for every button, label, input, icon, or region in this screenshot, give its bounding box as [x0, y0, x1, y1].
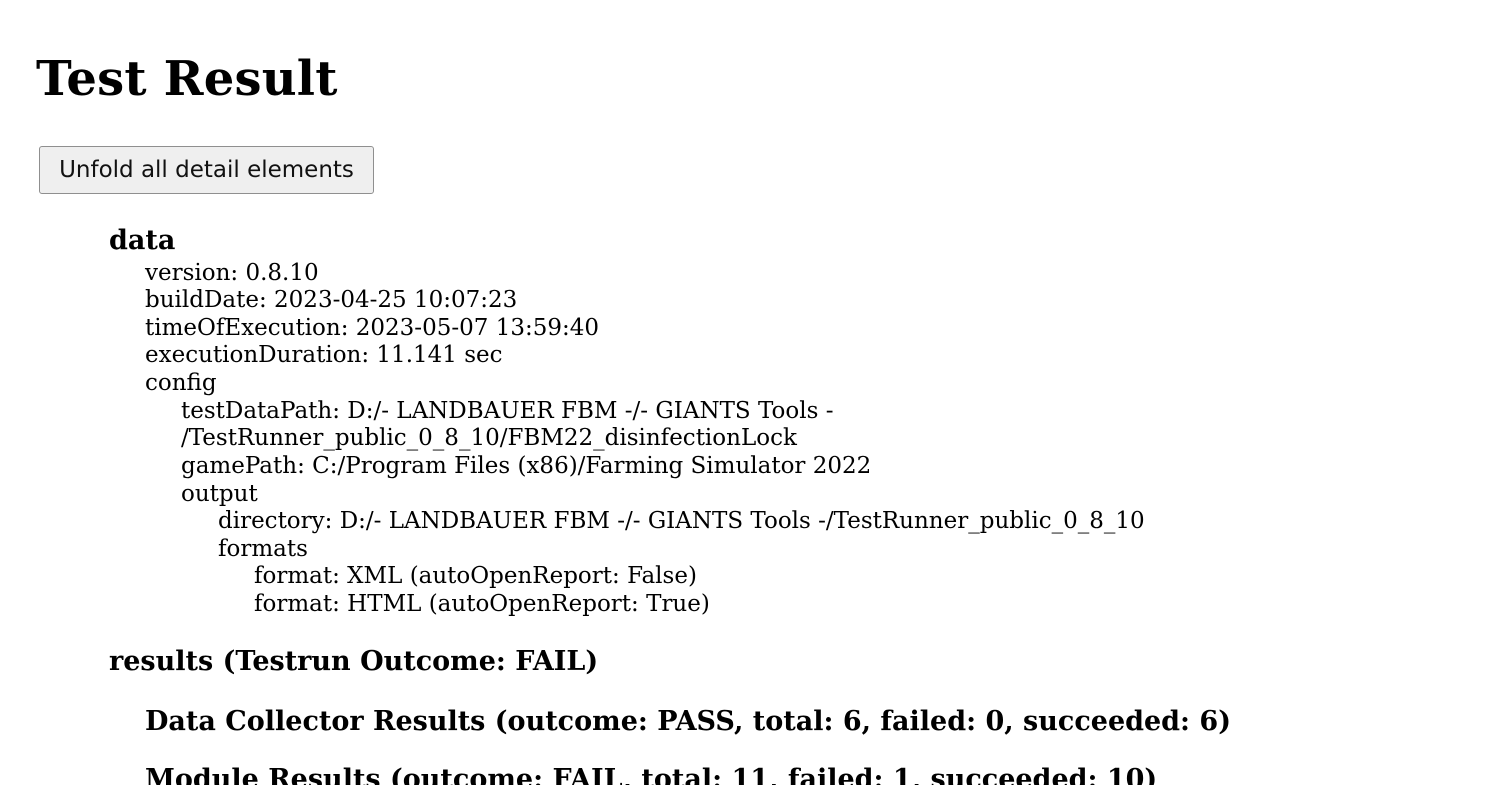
test-result-page: Test Result Unfold all detail elements d… — [0, 0, 1500, 785]
data-section-summary[interactable]: data — [109, 225, 175, 257]
results-section-summary[interactable]: results (Testrun Outcome: FAIL) — [109, 646, 598, 678]
data-collector-results-summary[interactable]: Data Collector Results (outcome: PASS, t… — [145, 706, 1231, 738]
output-directory-value: directory: D:/- LANDBAUER FBM -/- GIANTS… — [218, 508, 1145, 534]
module-results-summary[interactable]: Module Results (outcome: FAIL, total: 11… — [145, 764, 1157, 785]
page-title: Test Result — [36, 51, 338, 107]
formats-label: formats — [218, 536, 308, 562]
output-label: output — [181, 481, 258, 507]
execution-duration-value: executionDuration: 11.141 sec — [145, 342, 503, 368]
config-label: config — [145, 370, 217, 396]
version-value: version: 0.8.10 — [145, 260, 319, 286]
format-xml-value: format: XML (autoOpenReport: False) — [254, 563, 697, 589]
test-data-path-value: testDataPath: D:/- LANDBAUER FBM -/- GIA… — [181, 398, 834, 424]
test-data-path-value-continued: /TestRunner_public_0_8_10/FBM22_disinfec… — [181, 425, 797, 451]
unfold-all-button[interactable]: Unfold all detail elements — [39, 146, 374, 194]
format-html-value: format: HTML (autoOpenReport: True) — [254, 591, 710, 617]
build-date-value: buildDate: 2023-04-25 10:07:23 — [145, 287, 518, 313]
time-of-execution-value: timeOfExecution: 2023-05-07 13:59:40 — [145, 315, 599, 341]
game-path-value: gamePath: C:/Program Files (x86)/Farming… — [181, 453, 872, 479]
